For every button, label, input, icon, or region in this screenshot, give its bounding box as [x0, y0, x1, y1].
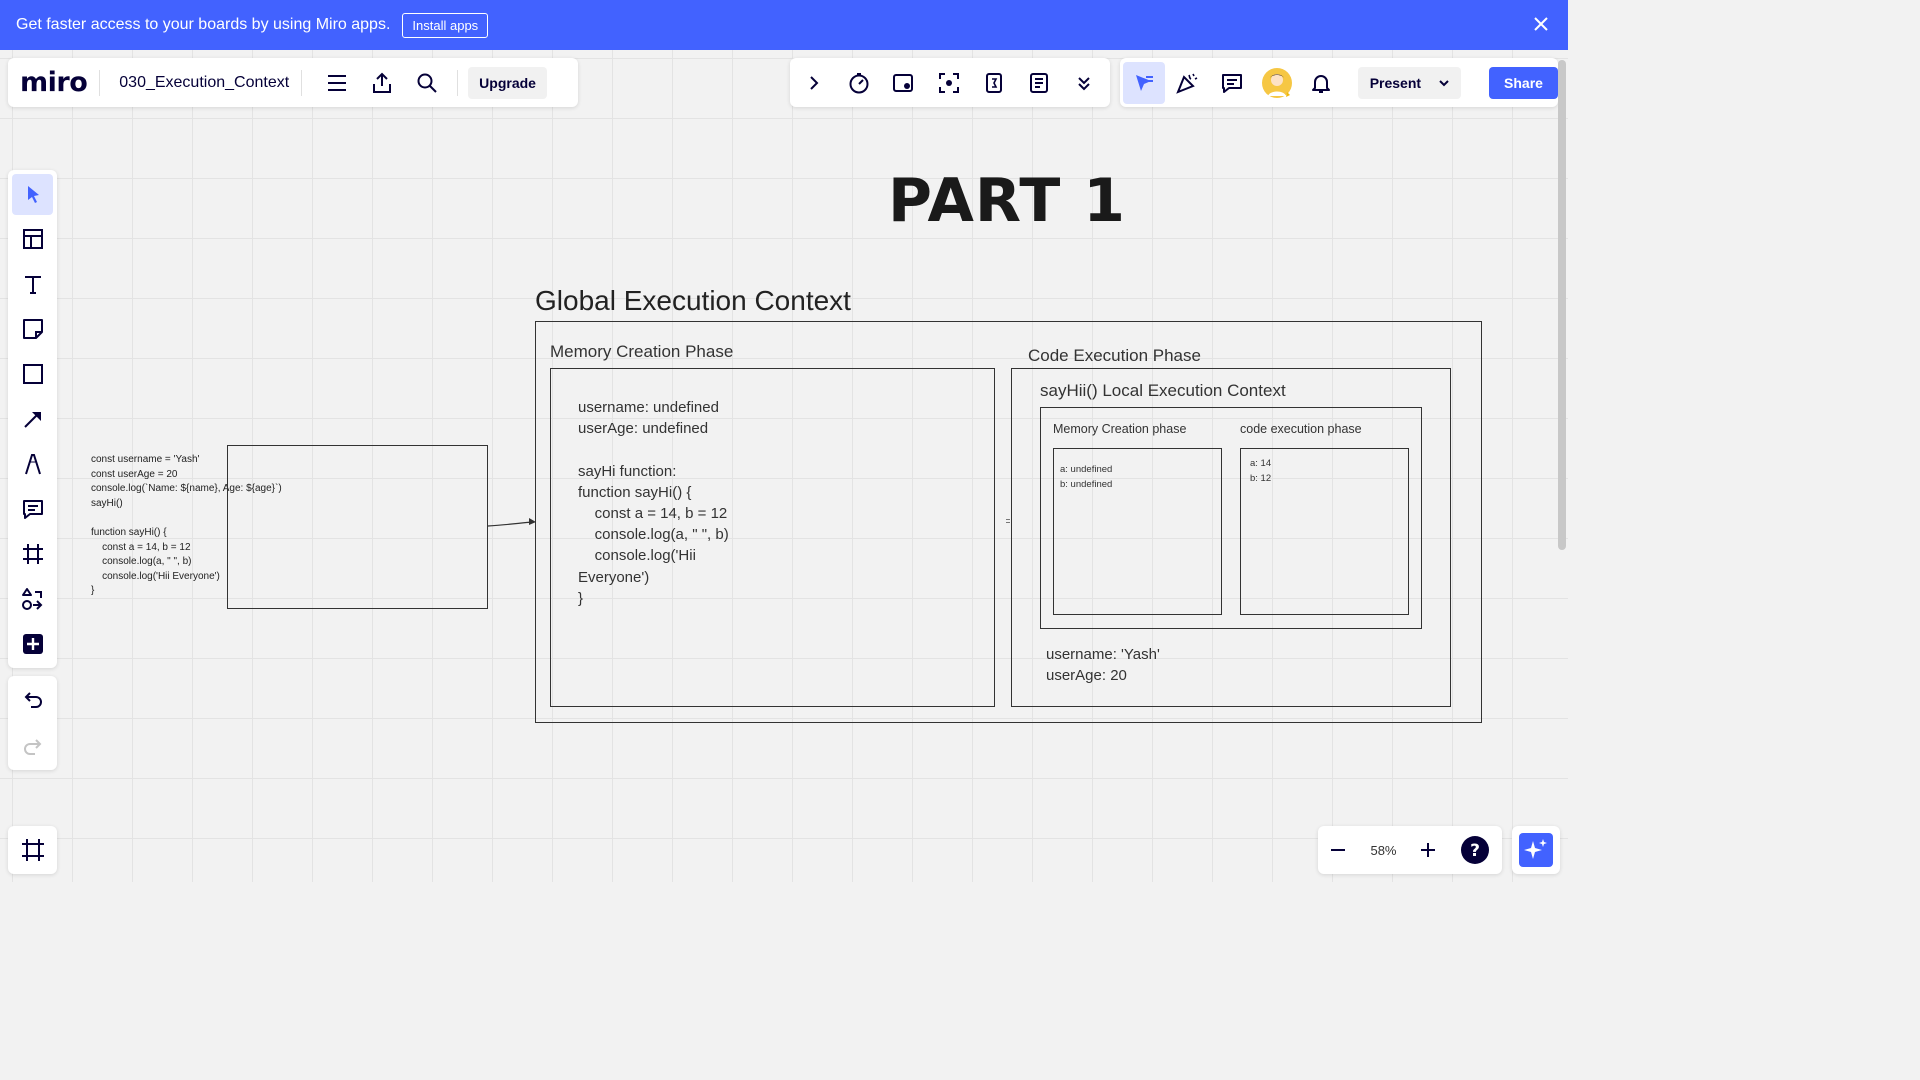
vertical-scrollbar[interactable]	[1558, 60, 1566, 550]
memory-creation-phase-label[interactable]: Memory Creation Phase	[550, 342, 733, 362]
hamburger-icon	[327, 74, 346, 91]
search-icon	[417, 73, 437, 93]
frames-panel-button[interactable]	[8, 826, 57, 874]
notifications-button[interactable]	[1299, 60, 1344, 105]
global-values-text[interactable]: username: 'Yash' userAge: 20	[1046, 644, 1160, 686]
close-icon[interactable]	[1532, 15, 1550, 33]
global-execution-context-title[interactable]: Global Execution Context	[535, 285, 851, 317]
search-button[interactable]	[404, 60, 449, 105]
menu-button[interactable]	[314, 60, 359, 105]
avatar	[1261, 67, 1292, 98]
chevron-down-icon[interactable]	[1439, 78, 1449, 88]
collaboration-toolbar: Present Share	[1120, 58, 1558, 107]
code-execution-phase-label[interactable]: Code Execution Phase	[1028, 346, 1201, 366]
user-avatar[interactable]	[1254, 60, 1299, 105]
sticky-note-icon	[22, 319, 43, 340]
local-code-execution-text[interactable]: a: 14 b: 12	[1250, 456, 1271, 486]
local-code-execution-label[interactable]: code execution phase	[1240, 422, 1362, 436]
select-tool[interactable]	[12, 174, 53, 215]
pointer-icon	[27, 186, 39, 204]
chevron-right-icon	[809, 75, 818, 90]
zoom-in-icon[interactable]	[1419, 841, 1437, 859]
expand-apps-button[interactable]	[791, 60, 836, 105]
notes-button[interactable]	[1016, 60, 1061, 105]
voting-icon	[985, 72, 1002, 93]
diagramming-tool[interactable]	[12, 578, 53, 619]
sparkle-icon	[1519, 833, 1553, 867]
timer-button[interactable]	[836, 60, 881, 105]
help-icon[interactable]: ?	[1460, 835, 1490, 865]
undo-redo-panel	[8, 676, 57, 770]
apps-toolbar	[790, 58, 1110, 107]
cursor-icon	[1135, 74, 1153, 91]
connection-line-tool[interactable]	[12, 399, 53, 440]
shape-tool[interactable]	[12, 354, 53, 395]
timer-icon	[849, 72, 868, 93]
text-icon	[24, 276, 41, 295]
memory-creation-phase-text[interactable]: username: undefined userAge: undefined s…	[578, 397, 729, 609]
sticky-note-tool[interactable]	[12, 309, 53, 350]
pen-icon	[24, 453, 41, 475]
connector-dot	[1006, 519, 1010, 523]
text-tool[interactable]	[12, 264, 53, 305]
miro-logo[interactable]: miro	[20, 67, 88, 98]
reactions-button[interactable]	[1165, 60, 1210, 105]
templates-icon	[22, 229, 43, 250]
present-button[interactable]: Present	[1357, 66, 1462, 99]
divider	[457, 69, 459, 96]
local-execution-context-title[interactable]: sayHii() Local Execution Context	[1040, 381, 1286, 401]
creation-toolbar	[8, 170, 57, 668]
square-icon	[22, 364, 43, 385]
cursor-tracking-button[interactable]	[1123, 61, 1165, 104]
comment-icon	[22, 499, 43, 519]
zoom-out-icon[interactable]	[1329, 841, 1347, 859]
notes-icon	[1029, 72, 1048, 93]
divider	[301, 69, 303, 96]
focus-icon	[938, 72, 959, 93]
upgrade-button[interactable]: Upgrade	[468, 66, 547, 99]
frame-icon	[22, 543, 43, 564]
more-tools-button[interactable]	[12, 623, 53, 664]
present-label: Present	[1369, 74, 1422, 91]
frame-icon	[21, 839, 44, 861]
connector-arrow[interactable]	[486, 510, 540, 534]
undo-icon[interactable]	[22, 689, 44, 711]
pen-tool[interactable]	[12, 443, 53, 484]
comments-button[interactable]	[1209, 60, 1254, 105]
video-button[interactable]	[881, 60, 926, 105]
focus-button[interactable]	[926, 60, 971, 105]
more-apps-button[interactable]	[1061, 60, 1106, 105]
svg-text:?: ?	[1471, 841, 1481, 861]
upload-icon	[372, 72, 391, 93]
export-button[interactable]	[359, 60, 404, 105]
divider	[99, 69, 101, 96]
local-memory-creation-text[interactable]: a: undefined b: undefined	[1060, 462, 1112, 492]
local-memory-creation-label[interactable]: Memory Creation phase	[1053, 422, 1186, 436]
install-apps-button[interactable]: Install apps	[402, 12, 489, 38]
ai-assistant-button[interactable]	[1512, 826, 1560, 874]
part-title[interactable]: PART 1	[888, 166, 1126, 236]
comment-icon	[1221, 73, 1242, 93]
arrow-icon	[23, 411, 41, 428]
chevron-double-down-icon	[1077, 76, 1090, 90]
zoom-level[interactable]: 58%	[1370, 843, 1396, 858]
install-apps-banner: Get faster access to your boards by usin…	[0, 0, 1568, 50]
comment-tool[interactable]	[12, 488, 53, 529]
plus-square-icon	[22, 633, 43, 654]
video-icon	[892, 73, 913, 92]
zoom-panel: 58% ?	[1318, 826, 1502, 874]
banner-message: Get faster access to your boards by usin…	[16, 16, 391, 33]
source-code-box[interactable]	[227, 445, 488, 609]
bell-icon	[1312, 74, 1331, 93]
board-header-panel: miro 030_Execution_Context Upgrade	[8, 58, 578, 107]
share-button[interactable]: Share	[1489, 66, 1558, 99]
frame-tool[interactable]	[12, 533, 53, 574]
redo-icon[interactable]	[22, 736, 44, 758]
shapes-connect-icon	[21, 587, 42, 610]
voting-button[interactable]	[971, 60, 1016, 105]
templates-tool[interactable]	[12, 219, 53, 260]
board-name[interactable]: 030_Execution_Context	[119, 74, 289, 92]
party-popper-icon	[1176, 73, 1198, 94]
